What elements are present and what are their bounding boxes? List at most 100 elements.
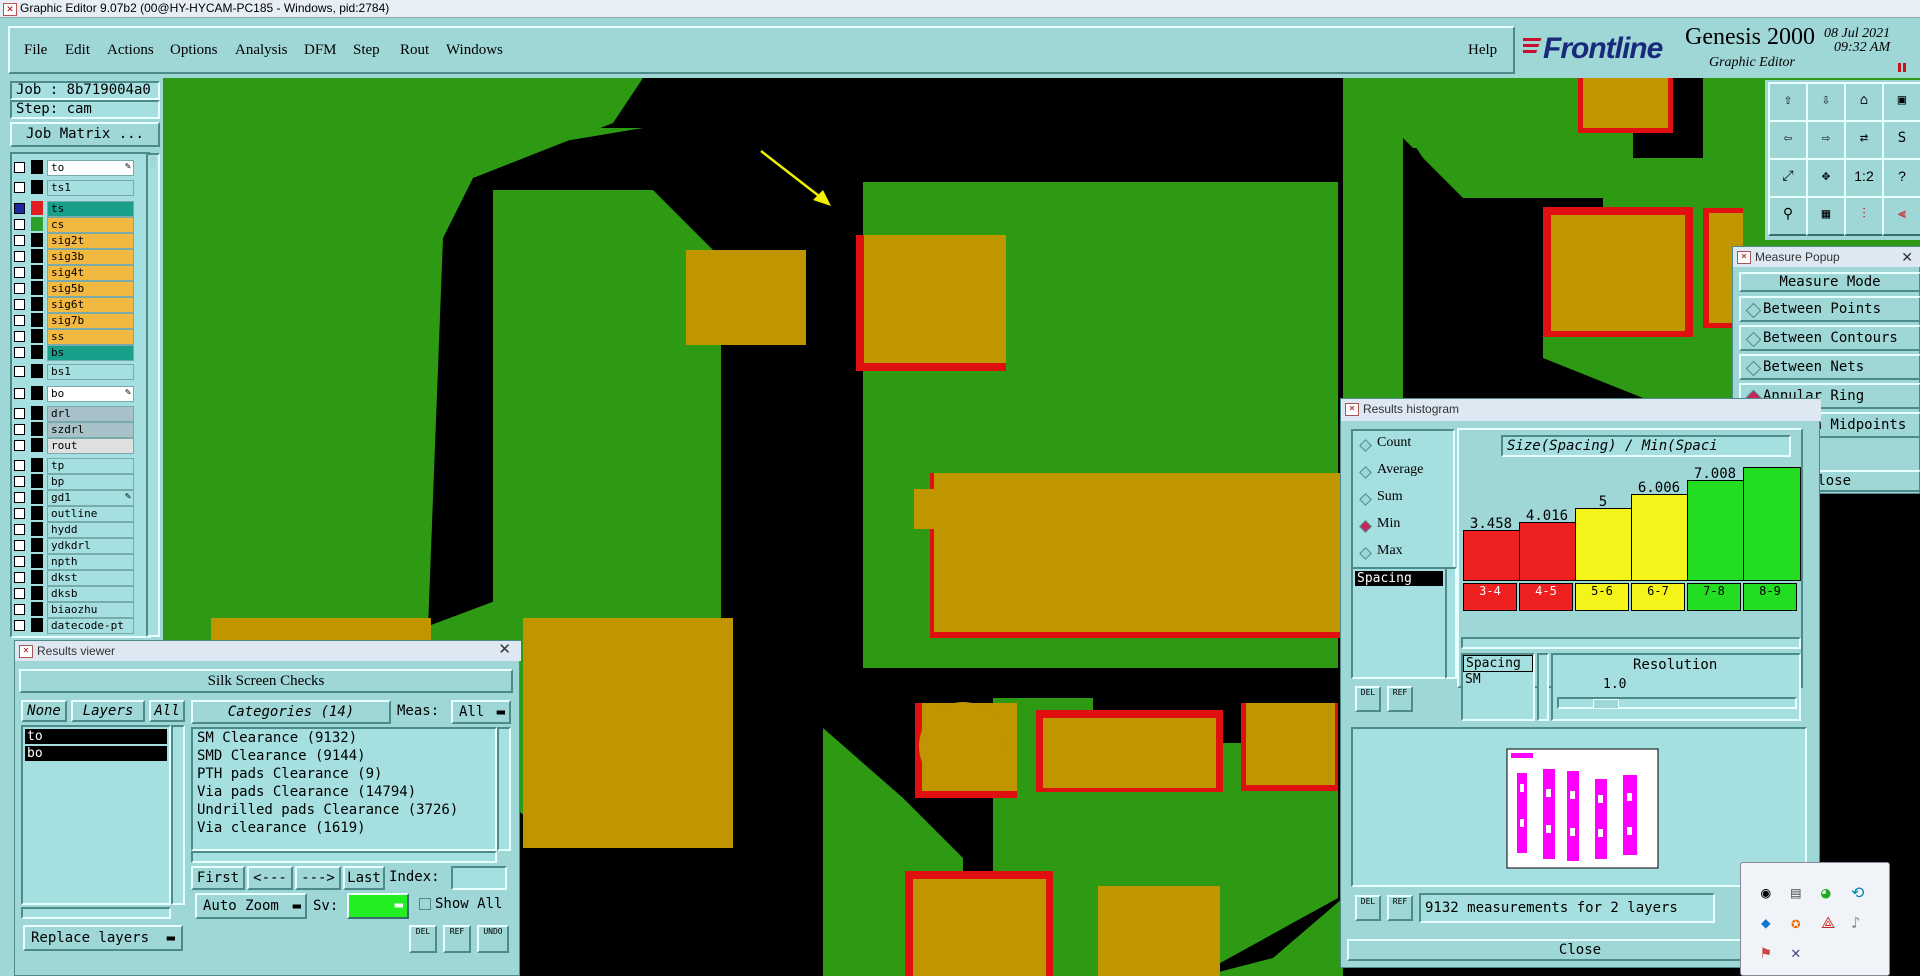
layer-row-sig4t[interactable]: sig4t (12, 265, 134, 281)
pan-left-icon[interactable]: ⇦ (1768, 120, 1808, 160)
job-matrix-button[interactable]: Job Matrix ... (10, 122, 160, 147)
layer-checkbox[interactable] (14, 556, 25, 567)
layer-row-ydkdrl[interactable]: ydkdrl (12, 538, 134, 554)
layer-checkbox[interactable] (14, 283, 25, 294)
menu-edit[interactable]: Edit (65, 42, 90, 59)
tray-volume-icon[interactable]: ♪ (1851, 913, 1861, 932)
layer-name[interactable]: dksb (47, 586, 134, 602)
layer-name[interactable]: ss (47, 329, 134, 345)
layer-color-swatch[interactable] (31, 522, 43, 536)
layer-name[interactable]: rout (47, 438, 134, 454)
layer-checkbox[interactable] (14, 299, 25, 310)
layer-color-swatch[interactable] (31, 364, 43, 378)
del-icon[interactable]: DEL (409, 925, 437, 953)
menu-actions[interactable]: Actions (107, 42, 154, 59)
menu-help[interactable]: Help (1468, 42, 1497, 59)
layer-row-ts1[interactable]: ts1 (12, 180, 134, 196)
home-icon[interactable]: ⌂ (1844, 82, 1884, 122)
layer-name[interactable]: sig3b (47, 249, 134, 265)
menu-file[interactable]: File (24, 42, 47, 59)
category-item[interactable]: Undrilled pads Clearance (3726) (197, 801, 495, 819)
layer-checkbox[interactable] (14, 162, 25, 173)
net-icon[interactable]: ⫷ (1882, 196, 1920, 236)
measure-mode-between-points[interactable]: Between Points (1739, 296, 1920, 322)
layer-checkbox[interactable] (14, 182, 25, 193)
layer-color-swatch[interactable] (31, 345, 43, 359)
layer-row-to[interactable]: to ✎ (12, 160, 134, 176)
layer-checkbox[interactable] (14, 331, 25, 342)
layer-row-dksb[interactable]: dksb (12, 586, 134, 602)
layer-checkbox[interactable] (14, 424, 25, 435)
layer-row-sig7b[interactable]: sig7b (12, 313, 134, 329)
layer-checkbox[interactable] (14, 440, 25, 451)
menu-dfm[interactable]: DFM (304, 42, 337, 59)
layer-color-swatch[interactable] (31, 329, 43, 343)
layer-color-swatch[interactable] (31, 217, 43, 231)
layer-checkbox[interactable] (14, 235, 25, 246)
histogram-bar[interactable] (1743, 467, 1801, 581)
resolution-slider-thumb[interactable] (1593, 699, 1619, 709)
layer-row-sig6t[interactable]: sig6t (12, 297, 134, 313)
layer-name[interactable]: sig7b (47, 313, 134, 329)
layer-row-ss[interactable]: ss (12, 329, 134, 345)
layer-color-swatch[interactable] (31, 406, 43, 420)
menu-windows[interactable]: Windows (446, 42, 503, 59)
layer-row-sig3b[interactable]: sig3b (12, 249, 134, 265)
tray-flag-icon[interactable]: ⚑ (1761, 943, 1771, 962)
histogram-bar[interactable] (1463, 530, 1521, 581)
chart-scrollbar[interactable] (1461, 637, 1801, 649)
layer-color-swatch[interactable] (31, 618, 43, 632)
layer-row-biaozhu[interactable]: biaozhu (12, 602, 134, 618)
layer-name[interactable]: gd1 ✎ (47, 490, 134, 506)
measure-icon[interactable]: ⚲ (1768, 196, 1808, 236)
layer-checkbox[interactable] (14, 476, 25, 487)
histogram-bar[interactable] (1575, 508, 1633, 581)
layer-checkbox[interactable] (14, 540, 25, 551)
menu-analysis[interactable]: Analysis (235, 42, 288, 59)
results-layer-item[interactable]: to (25, 729, 167, 744)
layer-color-swatch[interactable] (31, 249, 43, 263)
grid-icon[interactable]: ▦ (1806, 196, 1846, 236)
tray-network-icon[interactable]: ▤ (1791, 883, 1801, 902)
filter-none-button[interactable]: None (21, 700, 67, 722)
layer-name[interactable]: ts1 (47, 180, 134, 196)
help-icon[interactable]: ? (1882, 158, 1920, 198)
layer-name[interactable]: to ✎ (47, 160, 134, 176)
zoom-icon[interactable]: ✥ (1806, 158, 1846, 198)
layer-name[interactable]: biaozhu (47, 602, 134, 618)
layer-checkbox[interactable] (14, 408, 25, 419)
menu-options[interactable]: Options (170, 42, 218, 59)
layer-color-swatch[interactable] (31, 265, 43, 279)
layer-checkbox[interactable] (14, 347, 25, 358)
layer-checkbox[interactable] (14, 203, 25, 214)
layer-list-scrollbar[interactable] (146, 153, 160, 637)
layer-color-swatch[interactable] (31, 474, 43, 488)
layer-color-swatch[interactable] (31, 386, 43, 400)
pan-right-icon[interactable]: ⇨ (1806, 120, 1846, 160)
layer-color-swatch[interactable] (31, 490, 43, 504)
layer-row-bo[interactable]: bo ✎ (12, 386, 134, 402)
layer-row-rout[interactable]: rout (12, 438, 134, 454)
layer-checkbox[interactable] (14, 315, 25, 326)
layer-row-hydd[interactable]: hydd (12, 522, 134, 538)
index-input[interactable] (451, 866, 507, 890)
close-icon[interactable]: ✕ (498, 640, 511, 660)
layer-checkbox[interactable] (14, 492, 25, 503)
layer-name[interactable]: drl (47, 406, 134, 422)
layer-name[interactable]: dkst (47, 570, 134, 586)
zoom-home-icon[interactable]: ⇧ (1768, 82, 1808, 122)
layer-row-npth[interactable]: npth (12, 554, 134, 570)
histogram-bar[interactable] (1631, 494, 1689, 581)
layer-color-swatch[interactable] (31, 602, 43, 616)
type-list-scrollbar[interactable] (1445, 567, 1457, 679)
layer-color-swatch[interactable] (31, 438, 43, 452)
layer-checkbox[interactable] (14, 508, 25, 519)
layer-name[interactable]: tp (47, 458, 134, 474)
layer-checkbox[interactable] (14, 219, 25, 230)
layer-color-swatch[interactable] (31, 570, 43, 584)
layer-color-swatch[interactable] (31, 160, 43, 174)
results-layer-hscroll[interactable] (21, 907, 171, 919)
layer-checkbox[interactable] (14, 524, 25, 535)
ref-icon[interactable]: REF (1387, 686, 1413, 712)
layer-row-ts[interactable]: ts (12, 201, 134, 217)
